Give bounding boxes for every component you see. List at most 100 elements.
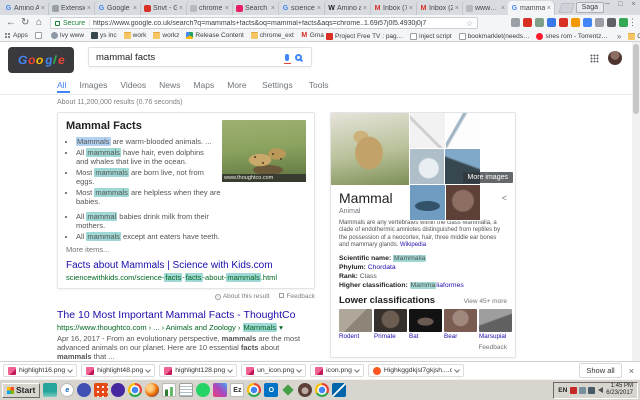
- bookmark-item[interactable]: Ivy www: [50, 32, 84, 39]
- kp-thumb-image[interactable]: [445, 113, 481, 149]
- kp-lower-item[interactable]: Bear: [444, 309, 477, 340]
- new-tab-button[interactable]: [558, 3, 575, 13]
- taskbar-app-outlook[interactable]: O: [264, 383, 279, 397]
- extension-icon[interactable]: [535, 18, 544, 27]
- extension-icon[interactable]: [547, 18, 556, 27]
- text-segment[interactable]: Chordata: [368, 264, 396, 271]
- browser-tab[interactable]: Srivt - Goo…×: [140, 1, 186, 15]
- downloads-close-icon[interactable]: ×: [629, 366, 634, 376]
- close-icon[interactable]: ×: [629, 1, 638, 8]
- language-indicator[interactable]: EN: [558, 387, 567, 394]
- kp-thumb-image[interactable]: [409, 113, 445, 149]
- tab-close-icon[interactable]: ×: [179, 5, 183, 12]
- bookmark-item[interactable]: bookmarklet(needs…: [458, 32, 529, 41]
- taskbar-app-monkey[interactable]: [298, 383, 313, 397]
- taskbar-app-vscode[interactable]: [332, 383, 347, 397]
- tab-close-icon[interactable]: ×: [225, 5, 229, 12]
- wikipedia-link[interactable]: Wikipedia: [400, 242, 426, 248]
- download-dropdown-icon[interactable]: [454, 366, 460, 373]
- taskbar-app-firefox[interactable]: [145, 383, 160, 397]
- taskbar-app-ie[interactable]: e: [60, 383, 75, 397]
- text-segment[interactable]: liaformes: [436, 282, 464, 289]
- browser-tab[interactable]: www… ×: [462, 1, 508, 15]
- back-icon[interactable]: ←: [6, 17, 16, 29]
- minimize-icon[interactable]: ─: [603, 1, 612, 8]
- taskbar-app-darkapp[interactable]: [111, 383, 126, 397]
- taskbar-app-chrome[interactable]: [315, 383, 330, 397]
- show-all-downloads-button[interactable]: Show all: [579, 363, 622, 378]
- url-text[interactable]: https://www.google.co.uk/search?q=mammal…: [93, 20, 463, 27]
- bookmark-item[interactable]: chrome_ext: [250, 32, 294, 39]
- share-icon[interactable]: <: [502, 193, 507, 203]
- kp-lower-item[interactable]: Primate: [374, 309, 407, 340]
- bookmark-item[interactable]: Project Free TV : pag…: [326, 32, 403, 41]
- kp-feedback-link[interactable]: Feedback: [339, 344, 507, 351]
- download-dropdown-icon[interactable]: [354, 366, 360, 373]
- tab-close-icon[interactable]: ×: [317, 5, 321, 12]
- address-bar[interactable]: Secure | https://www.google.co.uk/search…: [50, 17, 478, 29]
- google-apps-icon[interactable]: [590, 54, 599, 63]
- start-button[interactable]: Start: [2, 382, 41, 398]
- other-bookmarks[interactable]: Other bookmarks: [628, 32, 640, 41]
- nav-settings[interactable]: Settings: [262, 80, 293, 90]
- bookmark-item[interactable]: work: [123, 32, 146, 39]
- download-item[interactable]: icon.png: [310, 364, 364, 377]
- extension-icon[interactable]: [523, 18, 532, 27]
- bookmark-item[interactable]: ys inc: [91, 32, 117, 39]
- extension-icon[interactable]: [571, 18, 580, 27]
- scrollbar-thumb[interactable]: [633, 44, 639, 114]
- extension-icon[interactable]: [595, 18, 604, 27]
- extension-icon[interactable]: [607, 18, 616, 27]
- tab-close-icon[interactable]: ×: [409, 5, 413, 12]
- kp-thumb-image[interactable]: [445, 185, 480, 221]
- about-this-result-link[interactable]: i About this result: [214, 293, 269, 300]
- download-dropdown-icon[interactable]: [227, 366, 233, 373]
- bookmarks-overflow-icon[interactable]: »: [617, 32, 621, 41]
- maximize-icon[interactable]: □: [616, 1, 625, 8]
- mic-icon[interactable]: [283, 53, 291, 64]
- kp-thumb-image[interactable]: [409, 185, 445, 221]
- download-item[interactable]: highlight48.png: [81, 364, 156, 377]
- extension-icon[interactable]: [559, 18, 568, 27]
- taskbar-app-office[interactable]: [94, 383, 109, 397]
- nav-tab-videos[interactable]: Videos: [120, 80, 146, 90]
- taskbar-app-ez[interactable]: Ez: [230, 383, 245, 397]
- browser-tab[interactable]: chrome nu…×: [186, 1, 232, 15]
- tray-icon[interactable]: [579, 386, 587, 394]
- featured-source-link[interactable]: Facts about Mammals | Science with Kids.…: [66, 260, 306, 271]
- kp-lower-item[interactable]: Rodent: [339, 309, 372, 340]
- browser-tab[interactable]: Gscience hm…×: [278, 1, 324, 15]
- tab-close-icon[interactable]: ×: [133, 5, 137, 12]
- download-item[interactable]: highlight16.png: [3, 364, 78, 377]
- kp-main-image[interactable]: [331, 113, 409, 185]
- extension-icon[interactable]: [619, 18, 628, 27]
- account-avatar[interactable]: [608, 51, 622, 65]
- tray-icon[interactable]: [570, 386, 578, 394]
- reload-icon[interactable]: ↻: [21, 17, 29, 29]
- browser-tab[interactable]: WAmino acid…×: [324, 1, 370, 15]
- kp-lower-item[interactable]: Marsupial: [479, 309, 512, 340]
- extension-icon[interactable]: [511, 18, 520, 27]
- taskbar-app-diamond[interactable]: [281, 383, 295, 397]
- search-input[interactable]: mammal facts: [96, 52, 279, 63]
- nav-tab-images[interactable]: Images: [79, 80, 107, 90]
- bookmark-apps[interactable]: Apps: [4, 32, 28, 39]
- featured-snippet-image[interactable]: www.thoughtco.com: [222, 120, 306, 182]
- view-more-link[interactable]: View 45+ more: [464, 298, 507, 305]
- search-icon[interactable]: [295, 53, 302, 61]
- nav-tab-more[interactable]: More: [227, 80, 246, 90]
- taskbar-app-notepad[interactable]: [179, 383, 194, 397]
- browser-tab[interactable]: Search Te…×: [232, 1, 278, 15]
- bookmark-item[interactable]: [34, 32, 44, 39]
- home-icon[interactable]: ⌂: [36, 17, 42, 29]
- browser-tab[interactable]: G Google ×: [94, 1, 140, 15]
- extension-icon[interactable]: [583, 18, 592, 27]
- taskbar-app-whatsapp[interactable]: [196, 383, 211, 397]
- tab-close-icon[interactable]: ×: [455, 5, 459, 12]
- download-dropdown-icon[interactable]: [296, 366, 302, 373]
- nav-tab-all[interactable]: All: [57, 80, 66, 90]
- taskbar-app-chrome[interactable]: [247, 383, 262, 397]
- download-item[interactable]: highlight128.png: [159, 364, 238, 377]
- nav-tab-news[interactable]: News: [159, 80, 180, 90]
- browser-tab[interactable]: MInbox (77) …×: [370, 1, 416, 15]
